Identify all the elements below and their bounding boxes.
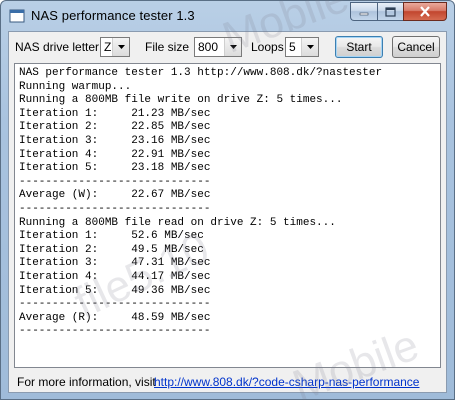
- log-line: Iteration 1: 21.23 MB/sec: [19, 107, 211, 120]
- title-bar[interactable]: NAS performance tester 1.3: [1, 1, 454, 31]
- app-window: NAS performance tester 1.3 NAS drive let…: [0, 0, 455, 411]
- log-line: NAS performance tester 1.3 http://www.80…: [19, 67, 383, 79]
- loops-value: 5: [289, 40, 296, 54]
- log-line: Iteration 3: 47.31 MB/sec: [19, 257, 211, 270]
- output-log[interactable]: NAS performance tester 1.3 http://www.80…: [14, 63, 441, 368]
- cancel-button[interactable]: Cancel: [392, 36, 440, 58]
- drive-letter-label: NAS drive letter: [15, 40, 100, 54]
- log-line: Running warmup...: [19, 80, 132, 93]
- log-line: -----------------------------: [19, 175, 211, 188]
- close-button[interactable]: [403, 2, 447, 21]
- start-button[interactable]: Start: [335, 36, 383, 58]
- chevron-down-icon: [224, 38, 241, 56]
- log-line: Average (R): 48.59 MB/sec: [19, 311, 211, 324]
- log-line: Average (W): 22.67 MB/sec: [19, 189, 211, 202]
- log-line: -----------------------------: [19, 202, 211, 215]
- window-title: NAS performance tester 1.3: [31, 8, 195, 23]
- log-line: Iteration 1: 52.6 MB/sec: [19, 230, 204, 243]
- project-link[interactable]: http://www.808.dk/?code-csharp-nas-perfo…: [154, 375, 419, 389]
- app-icon: [9, 9, 25, 23]
- log-line: Running a 800MB file read on drive Z: 5 …: [19, 216, 336, 229]
- close-icon: [420, 6, 430, 17]
- maximize-icon: [385, 6, 396, 17]
- footer-info-text: For more information, visit: [17, 375, 156, 389]
- log-line: -----------------------------: [19, 325, 211, 338]
- drive-letter-value: Z: [104, 40, 112, 54]
- file-size-label: File size: [145, 40, 190, 54]
- maximize-button[interactable]: [377, 2, 403, 21]
- log-line: Iteration 2: 49.5 MB/sec: [19, 243, 204, 256]
- chevron-down-icon: [301, 38, 318, 56]
- client-area: NAS drive letter Z File size 800 Loops 5…: [8, 31, 447, 393]
- log-line: Iteration 4: 44.17 MB/sec: [19, 270, 211, 283]
- loops-label: Loops: [251, 40, 284, 54]
- log-line: Iteration 5: 49.36 MB/sec: [19, 284, 211, 297]
- minimize-icon: [359, 12, 369, 15]
- log-line: Iteration 4: 22.91 MB/sec: [19, 148, 211, 161]
- drive-letter-select[interactable]: Z: [100, 37, 130, 57]
- log-line: Running a 800MB file write on drive Z: 5…: [19, 94, 343, 107]
- minimize-button[interactable]: [350, 2, 377, 21]
- log-line: Iteration 3: 23.16 MB/sec: [19, 134, 211, 147]
- file-size-value: 800: [198, 40, 219, 54]
- output-text: NAS performance tester 1.3 http://www.80…: [15, 64, 440, 339]
- loops-select[interactable]: 5: [285, 37, 319, 57]
- chevron-down-icon: [112, 38, 129, 56]
- log-line: Iteration 2: 22.85 MB/sec: [19, 121, 211, 134]
- log-line: Iteration 5: 23.18 MB/sec: [19, 162, 211, 175]
- log-line: -----------------------------: [19, 298, 211, 311]
- file-size-select[interactable]: 800: [194, 37, 242, 57]
